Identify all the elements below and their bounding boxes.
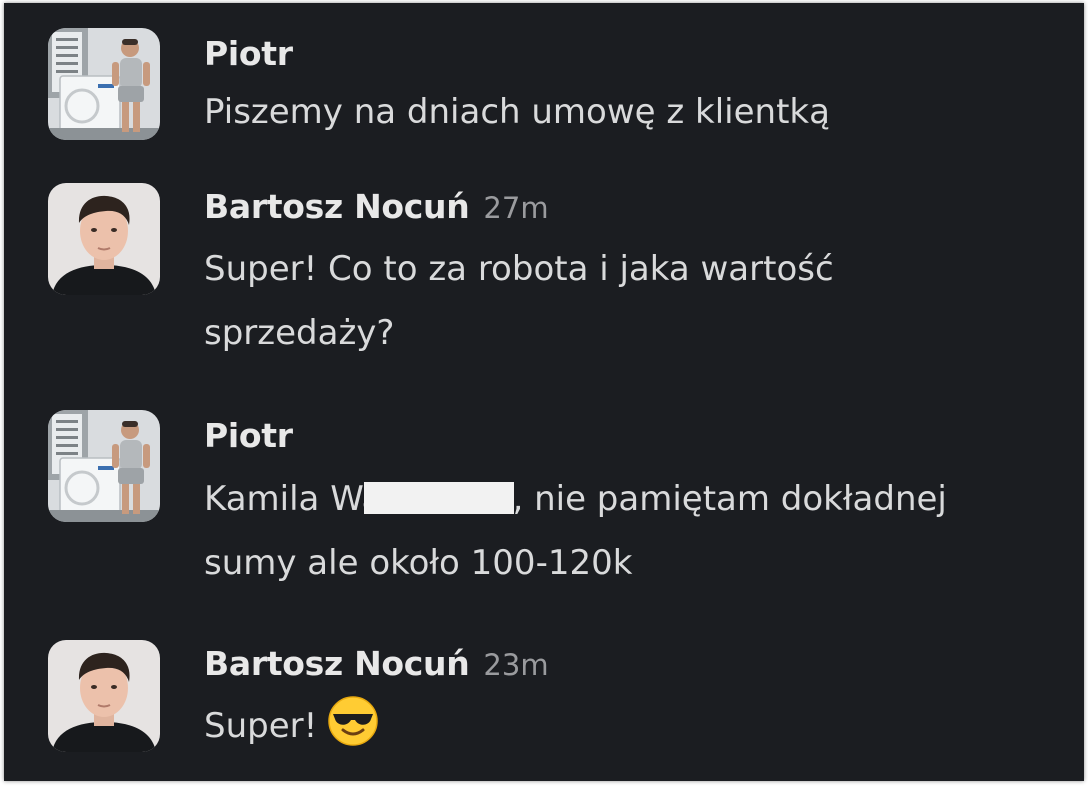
chat-window: Piotr Piszemy na dniach umowę z klientką… — [4, 3, 1084, 781]
message-text-before-redaction: Kamila Wa — [204, 479, 383, 519]
message-author[interactable]: Bartosz Nocuń 23m — [204, 644, 549, 685]
man-portrait-avatar[interactable] — [48, 183, 160, 295]
sunglasses-emoji-icon — [327, 695, 379, 747]
message-author[interactable]: Piotr — [204, 416, 293, 456]
message-text: Super! — [204, 694, 1044, 758]
man-with-ac-unit-avatar[interactable] — [48, 410, 160, 522]
author-name[interactable]: Piotr — [204, 416, 293, 455]
author-name[interactable]: Bartosz Nocuń — [204, 644, 470, 683]
author-name[interactable]: Piotr — [204, 34, 293, 73]
message-text: Piszemy na dniach umowę z klientką — [204, 92, 830, 132]
message-author[interactable]: Piotr — [204, 34, 293, 74]
redaction-block — [364, 482, 515, 514]
message-author[interactable]: Bartosz Nocuń 27m — [204, 187, 549, 228]
message-timestamp: 27m — [483, 191, 549, 225]
message-text-content: Super! — [204, 706, 318, 746]
man-with-ac-unit-avatar[interactable] — [48, 28, 160, 140]
man-portrait-avatar[interactable] — [48, 640, 160, 752]
message-text: Super! Co to za robota i jaka wartość sp… — [204, 249, 834, 353]
message-text: Kamila Wa, nie pamiętam dokładnej sumy a… — [204, 467, 1044, 595]
message-timestamp: 23m — [483, 648, 549, 682]
author-name[interactable]: Bartosz Nocuń — [204, 187, 470, 226]
